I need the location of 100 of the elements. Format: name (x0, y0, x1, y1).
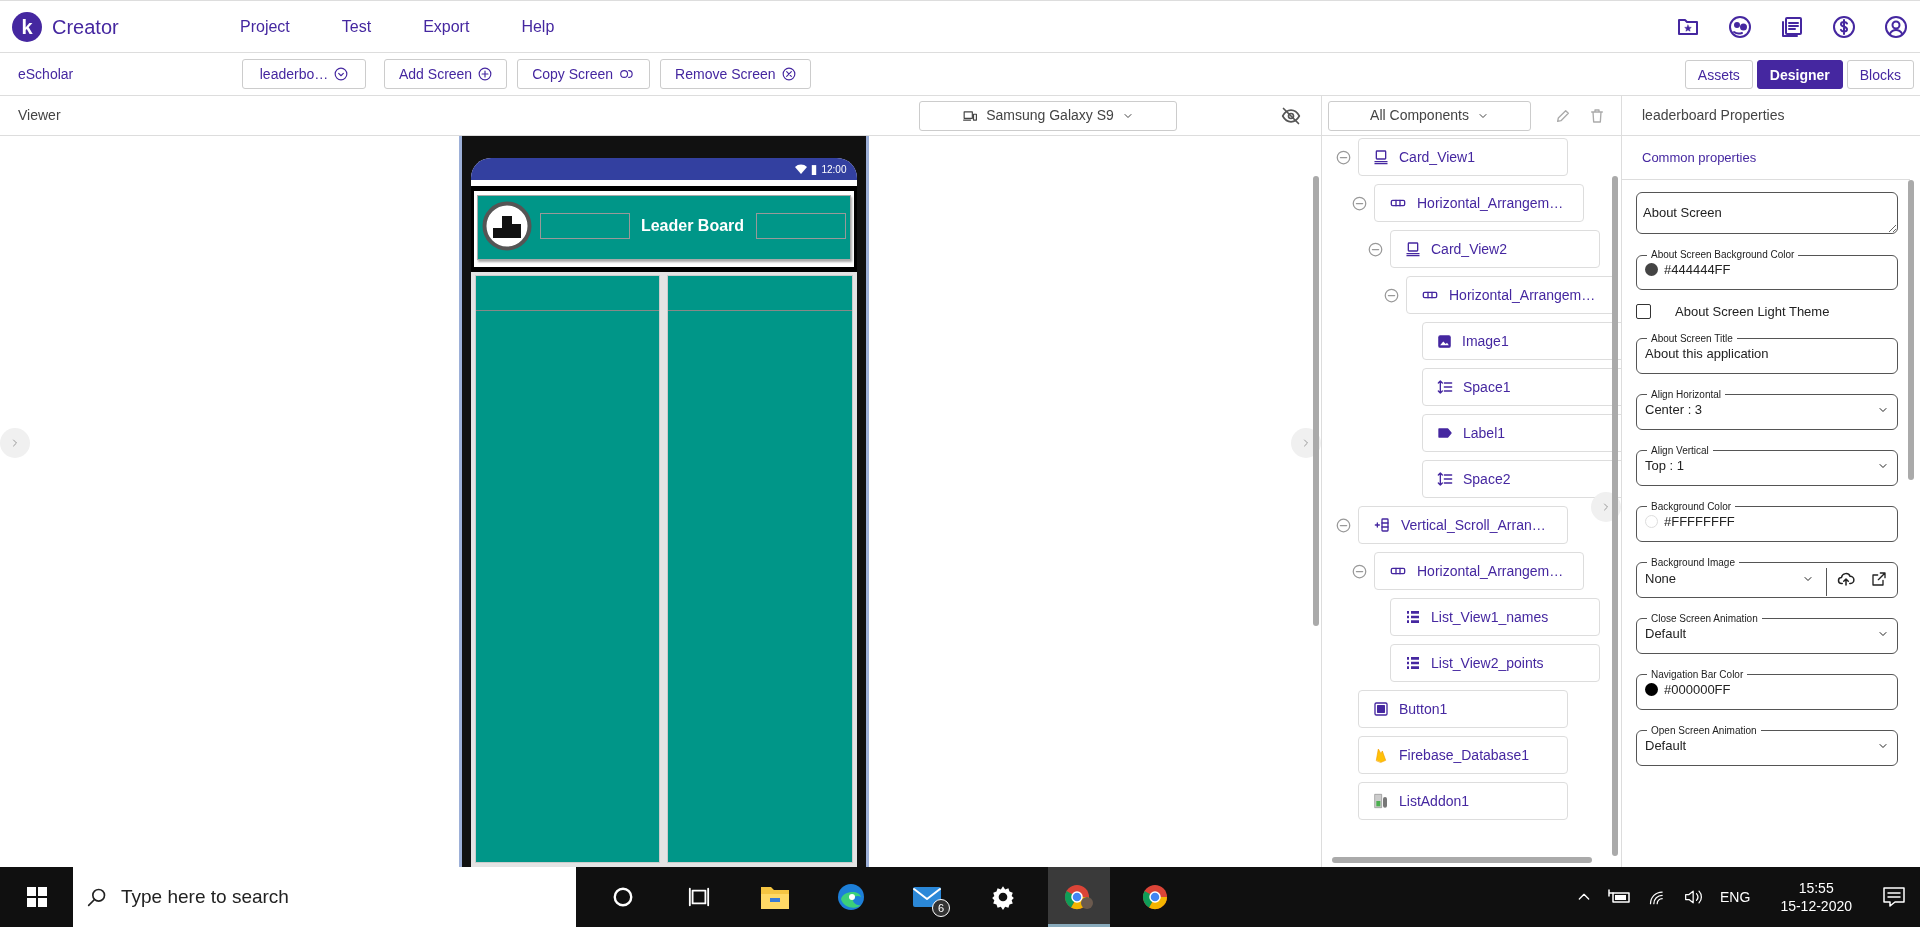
component-item[interactable]: Button1 (1358, 690, 1568, 728)
field-value: None (1645, 569, 1677, 588)
eye-off-icon (1281, 105, 1301, 126)
menu-item[interactable]: Test (341, 14, 372, 39)
collapse-icon (1336, 149, 1351, 165)
component-item[interactable]: Horizontal_Arrangem… (1374, 184, 1584, 222)
components-dropdown[interactable]: All Components (1328, 100, 1531, 131)
search-icon (87, 887, 107, 907)
dropdown[interactable]: Align Vertical Top : 1 (1636, 445, 1898, 486)
component-item[interactable]: ListAddon1 (1358, 782, 1568, 820)
notification-icon (1882, 886, 1906, 908)
component-item[interactable]: Firebase_Database1 (1358, 736, 1568, 774)
field-value: Default (1645, 736, 1687, 755)
dropdown[interactable]: Align Horizontal Center : 3 (1636, 389, 1898, 430)
taskbar-app[interactable] (1048, 867, 1110, 927)
app-title: Leader Board (639, 216, 746, 236)
menu-item[interactable]: Project (240, 14, 290, 39)
color-field[interactable]: Navigation Bar Color #000000FF (1636, 669, 1898, 710)
list-icon (1405, 609, 1421, 625)
screen-button[interactable]: Add Screen (384, 59, 508, 89)
taskbar-app[interactable]: 6 (896, 867, 958, 927)
panel-title: leaderboard Properties (1642, 106, 1785, 125)
component-item[interactable]: Label1 (1422, 414, 1621, 452)
scrollbar[interactable] (1313, 176, 1319, 626)
browser-icon (1063, 883, 1095, 911)
document-list-icon (1780, 14, 1804, 39)
field-value: Default (1645, 624, 1687, 643)
component-item[interactable]: Space1 (1422, 368, 1621, 406)
addon-icon (1373, 792, 1389, 810)
field-value: Center : 3 (1645, 400, 1703, 419)
scrollbar[interactable] (1332, 857, 1592, 863)
app-name: Creator (52, 15, 119, 38)
component-item[interactable]: Image1 (1422, 322, 1621, 360)
field-value: About this application (1645, 344, 1769, 363)
screen-button[interactable]: Copy Screen (517, 59, 651, 89)
podium-icon (481, 201, 532, 251)
card-icon (1405, 241, 1421, 257)
checkbox[interactable] (1636, 304, 1651, 320)
collapse-icon (1384, 287, 1399, 303)
scrollbar[interactable] (1612, 176, 1618, 856)
field-label: Background Color (1650, 501, 1733, 512)
field-label: Open Screen Animation (1650, 725, 1758, 736)
wave-globe-icon (837, 883, 865, 911)
trash-icon (1589, 107, 1605, 124)
dropdown[interactable]: Close Screen Animation Default (1636, 613, 1898, 654)
image-icon (1437, 333, 1452, 349)
plus-circle-icon (478, 67, 493, 81)
properties-tab[interactable]: Common properties (1642, 147, 1757, 168)
field-label: Close Screen Animation (1650, 613, 1759, 624)
menu-item[interactable]: Export (423, 14, 470, 39)
field-value: #FFFFFFFF (1664, 512, 1735, 531)
collapse-icon (1352, 195, 1367, 211)
collapse-icon (1368, 241, 1383, 257)
dollar-icon (1832, 14, 1856, 39)
project-name: eScholar (18, 64, 75, 84)
spacing-icon (1437, 379, 1453, 395)
folder-icon (760, 884, 790, 910)
battery-icon (811, 163, 818, 175)
field-value: Top : 1 (1645, 456, 1685, 475)
component-item[interactable]: Card_View2 (1390, 230, 1600, 268)
color-field[interactable]: About Screen Background Color #444444FF (1636, 250, 1898, 290)
volume-icon (1684, 888, 1705, 906)
text-area[interactable]: About Screen (1636, 192, 1898, 234)
checkbox-label: About Screen Light Theme (1675, 303, 1830, 321)
component-item[interactable]: Space2 (1422, 460, 1621, 498)
battery-icon (1608, 889, 1633, 905)
field-label: About Screen Title (1650, 333, 1734, 344)
dropdown[interactable]: Open Screen Animation Default (1636, 725, 1898, 766)
face-icon (1728, 14, 1752, 39)
image-picker[interactable]: Background Image None (1636, 557, 1898, 598)
close-circle-icon (781, 67, 796, 81)
view-tab[interactable]: Designer (1756, 59, 1843, 89)
language-indicator[interactable]: ENG (1720, 886, 1751, 908)
field-value: #444444FF (1664, 261, 1731, 279)
circle-icon (612, 886, 634, 908)
component-item[interactable]: Horizontal_Arrangem… (1374, 552, 1584, 590)
component-item[interactable]: Vertical_Scroll_Arran… (1358, 506, 1568, 544)
clock-time: 15:55 (1798, 878, 1834, 897)
flame-icon (1373, 746, 1389, 764)
logo[interactable]: k (12, 11, 42, 42)
view-tab[interactable]: Assets (1684, 59, 1753, 89)
text-field[interactable]: About Screen Title About this application (1636, 333, 1898, 374)
view-tab[interactable]: Blocks (1846, 59, 1914, 89)
collapse-icon (1352, 563, 1367, 579)
list-icon (1405, 655, 1421, 671)
menu-item[interactable]: Help (521, 14, 555, 39)
device-dropdown[interactable]: Samsung Galaxy S9 (919, 100, 1177, 131)
screen-dropdown[interactable]: leaderbo… (242, 59, 366, 89)
search-field[interactable]: Type here to search (73, 867, 576, 927)
clock-date: 15-12-2020 (1780, 897, 1852, 916)
panel-title: Viewer (18, 106, 61, 125)
color-field[interactable]: Background Color #FFFFFFFF (1636, 501, 1898, 542)
tag-icon (1437, 425, 1453, 441)
component-item[interactable]: Card_View1 (1358, 138, 1568, 176)
field-label: About Screen Background Color (1650, 250, 1796, 260)
component-item[interactable]: List_View1_names (1390, 598, 1600, 636)
component-item[interactable]: List_View2_points (1390, 644, 1600, 682)
screen-button[interactable]: Remove Screen (660, 59, 811, 89)
scrollbar[interactable] (1908, 180, 1914, 480)
chevron-circle-icon (334, 67, 349, 81)
